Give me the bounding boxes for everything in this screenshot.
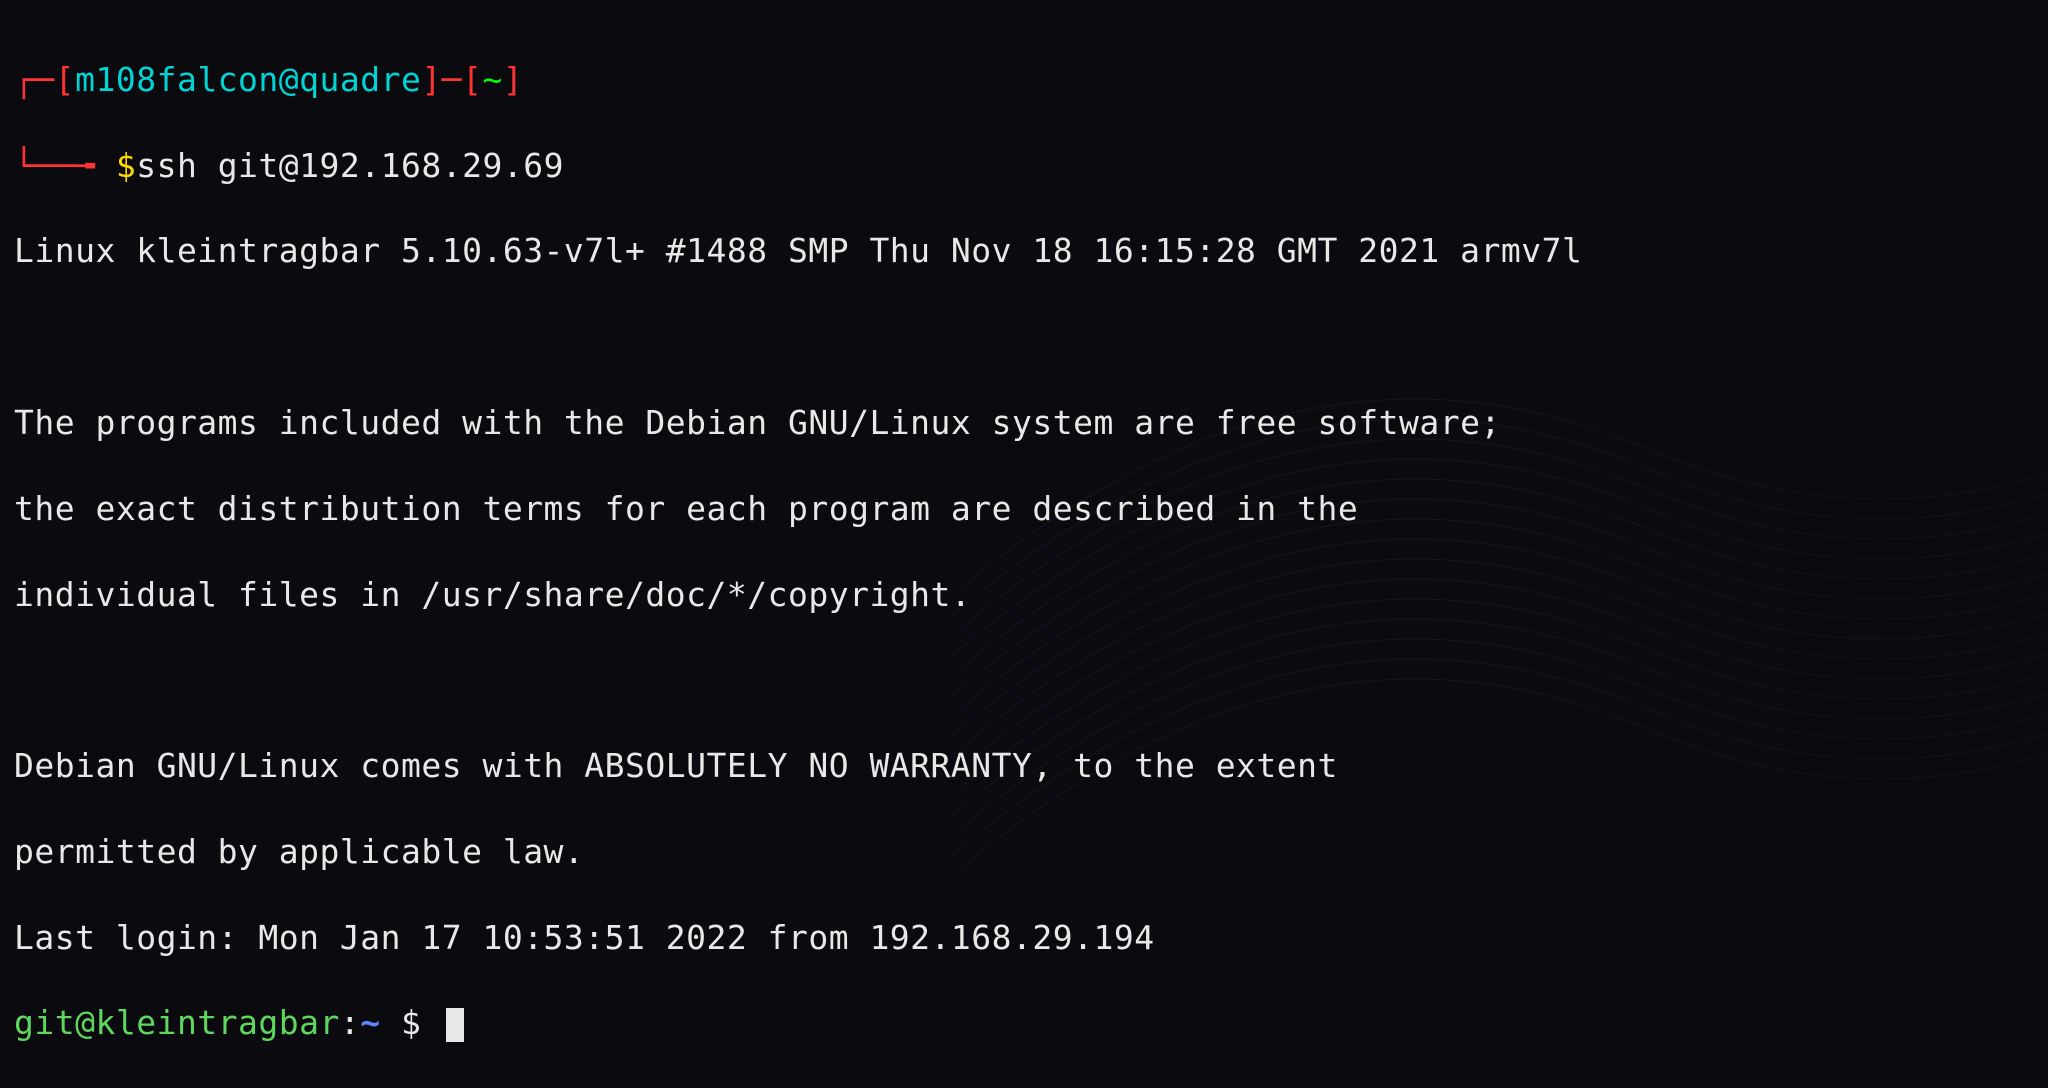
prompt-dollar: $: [116, 146, 136, 185]
uname-output: Linux kleintragbar 5.10.63-v7l+ #1488 SM…: [14, 230, 2034, 273]
motd-para2-line2: permitted by applicable law.: [14, 831, 2034, 874]
command-text: ssh git@192.168.29.69: [136, 146, 564, 185]
cursor-icon[interactable]: [446, 1008, 464, 1042]
prompt-bracket-close2-icon: ]: [503, 60, 523, 99]
remote-cwd: ~: [360, 1003, 380, 1042]
prompt-line-1: ┌─[m108falcon@quadre]─[~]: [14, 59, 2034, 102]
prompt-bracket-icon: ┌─[: [14, 60, 75, 99]
prompt-dash: ─: [442, 60, 462, 99]
blank-line: [14, 316, 2034, 359]
remote-dollar: $: [381, 1003, 442, 1042]
prompt-user: m108falcon: [75, 60, 279, 99]
prompt-bracket-close-icon: ]: [421, 60, 441, 99]
remote-userhost: git@kleintragbar: [14, 1003, 340, 1042]
prompt-arrow-icon: └──╼: [14, 146, 116, 185]
prompt-cwd: ~: [483, 60, 503, 99]
motd-para1-line3: individual files in /usr/share/doc/*/cop…: [14, 574, 2034, 617]
remote-prompt: git@kleintragbar:~ $: [14, 1002, 2034, 1045]
prompt-bracket-open2-icon: [: [462, 60, 482, 99]
motd-para2-line1: Debian GNU/Linux comes with ABSOLUTELY N…: [14, 745, 2034, 788]
prompt-host: quadre: [299, 60, 421, 99]
last-login: Last login: Mon Jan 17 10:53:51 2022 fro…: [14, 917, 2034, 960]
remote-colon: :: [340, 1003, 360, 1042]
prompt-at: @: [279, 60, 299, 99]
motd-para1-line1: The programs included with the Debian GN…: [14, 402, 2034, 445]
motd-para1-line2: the exact distribution terms for each pr…: [14, 488, 2034, 531]
prompt-line-2: └──╼ $ssh git@192.168.29.69: [14, 145, 2034, 188]
terminal-output[interactable]: ┌─[m108falcon@quadre]─[~] └──╼ $ssh git@…: [14, 16, 2034, 1088]
blank-line: [14, 659, 2034, 702]
